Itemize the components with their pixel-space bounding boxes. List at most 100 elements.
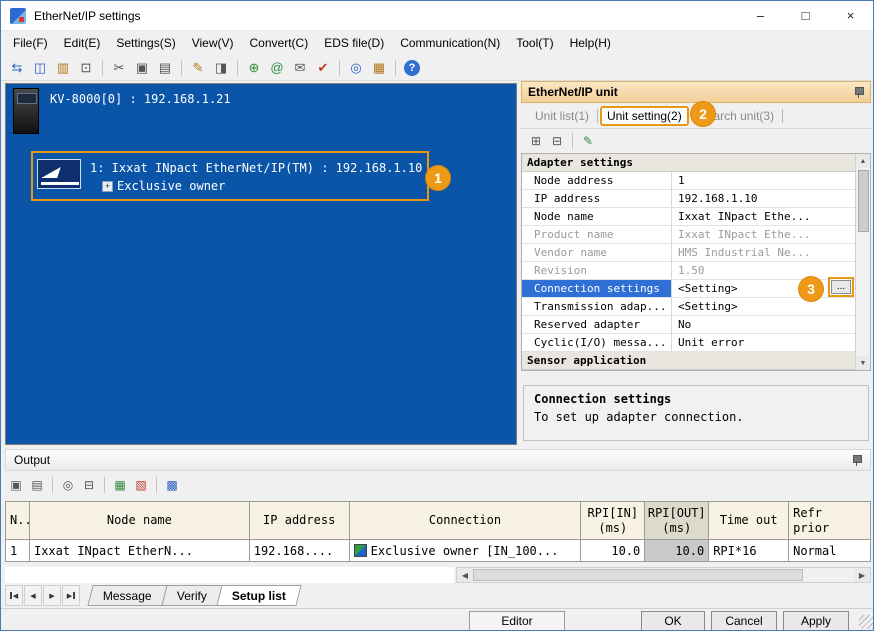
connection-settings-ellipsis-button[interactable]: ... bbox=[831, 280, 851, 294]
ok-button[interactable]: OK bbox=[641, 611, 705, 631]
transfer-icon[interactable]: ⇆ bbox=[7, 58, 27, 78]
edit-setting-icon[interactable]: ✎ bbox=[579, 132, 597, 150]
mail-icon[interactable]: ✉ bbox=[290, 58, 310, 78]
tab-unit-setting[interactable]: Unit setting(2) bbox=[607, 109, 682, 123]
output-copy-icon[interactable]: ▣ bbox=[7, 476, 25, 494]
grid-section-adapter[interactable]: Adapter settings bbox=[522, 154, 855, 172]
grid-section-sensor[interactable]: Sensor application bbox=[522, 352, 855, 370]
scrollbar-thumb[interactable] bbox=[858, 170, 869, 232]
toolbar-separator bbox=[339, 60, 340, 76]
output-paste-icon[interactable]: ▤ bbox=[28, 476, 46, 494]
tree-root-node[interactable]: KV-8000[0] : 192.168.1.21 bbox=[50, 92, 231, 106]
header-node-name[interactable]: Node name bbox=[30, 502, 250, 540]
stamp-icon[interactable]: ✎ bbox=[188, 58, 208, 78]
tab-unit-list[interactable]: Unit list(1) bbox=[527, 107, 597, 125]
header-ip-address[interactable]: IP address bbox=[250, 502, 350, 540]
output-table-clear-icon[interactable]: ▧ bbox=[132, 476, 150, 494]
header-refresh-priority[interactable]: Refrprior bbox=[789, 502, 871, 540]
search-icon[interactable]: ◎ bbox=[346, 58, 366, 78]
paste-icon[interactable]: ▤ bbox=[155, 58, 175, 78]
grid-row-vendor-name[interactable]: Vendor name HMS Industrial Ne... bbox=[522, 244, 855, 262]
close-button[interactable]: × bbox=[828, 1, 873, 30]
header-rpi-out[interactable]: RPI[OUT](ms) bbox=[645, 502, 709, 540]
cell-rpi-out[interactable]: 10.0 bbox=[645, 540, 709, 562]
unit-list-icon[interactable]: ▥ bbox=[53, 58, 73, 78]
scroll-up-icon[interactable]: ▲ bbox=[856, 154, 870, 168]
minimize-button[interactable]: – bbox=[738, 1, 783, 30]
scroll-left-icon[interactable]: ◀ bbox=[457, 568, 473, 582]
menu-tool[interactable]: Tool(T) bbox=[508, 33, 561, 53]
table-gap bbox=[5, 567, 454, 583]
horizontal-scrollbar[interactable]: ◀ ▶ bbox=[456, 567, 871, 583]
cell-refresh-priority[interactable]: Normal bbox=[789, 540, 871, 562]
save-icon[interactable]: ⊡ bbox=[76, 58, 96, 78]
sort-view-icon[interactable]: ⊟ bbox=[548, 132, 566, 150]
output-table-settings-icon[interactable]: ▩ bbox=[163, 476, 181, 494]
tab-message[interactable]: Message bbox=[87, 585, 167, 606]
nav-first-button[interactable]: ◀ bbox=[5, 585, 23, 606]
menu-view[interactable]: View(V) bbox=[184, 33, 242, 53]
property-value: Ixxat INpact Ethe... bbox=[672, 226, 855, 243]
copy-icon[interactable]: ▣ bbox=[132, 58, 152, 78]
nav-next-button[interactable]: ▶ bbox=[43, 585, 61, 606]
maximize-button[interactable]: □ bbox=[783, 1, 828, 30]
plc-device-icon bbox=[13, 88, 39, 134]
setup-list-table: N... Node name IP address Connection RPI… bbox=[5, 501, 871, 562]
apply-button[interactable]: Apply bbox=[783, 611, 849, 631]
cell-node-name[interactable]: Ixxat INpact EtherN... bbox=[30, 540, 250, 562]
menu-edit[interactable]: Edit(E) bbox=[56, 33, 109, 53]
error-check-icon[interactable]: ✔ bbox=[313, 58, 333, 78]
property-grid-scrollbar[interactable]: ▲ ▼ bbox=[855, 154, 870, 370]
grid-row-ip-address[interactable]: IP address 192.168.1.10 bbox=[522, 190, 855, 208]
scroll-down-icon[interactable]: ▼ bbox=[856, 356, 870, 370]
chart-icon[interactable]: ▦ bbox=[369, 58, 389, 78]
scroll-right-icon[interactable]: ▶ bbox=[854, 568, 870, 582]
link-icon[interactable]: ⊕ bbox=[244, 58, 264, 78]
adapter-property-grid: Adapter settings Node address 1 IP addre… bbox=[521, 153, 871, 371]
pin-icon[interactable] bbox=[851, 454, 862, 467]
header-no[interactable]: N... bbox=[6, 502, 30, 540]
grid-row-node-name[interactable]: Node name Ixxat INpact Ethe... bbox=[522, 208, 855, 226]
output-export-icon[interactable]: ⊟ bbox=[80, 476, 98, 494]
cell-ip-address[interactable]: 192.168.... bbox=[250, 540, 350, 562]
nav-prev-button[interactable]: ◀ bbox=[24, 585, 42, 606]
menu-communication[interactable]: Communication(N) bbox=[392, 33, 508, 53]
property-value: HMS Industrial Ne... bbox=[672, 244, 855, 261]
cancel-button[interactable]: Cancel bbox=[711, 611, 777, 631]
help-icon[interactable]: ? bbox=[402, 58, 422, 78]
grid-row-node-address[interactable]: Node address 1 bbox=[522, 172, 855, 190]
grid-row-transmission-adapter[interactable]: Transmission adap... <Setting> bbox=[522, 298, 855, 316]
cell-connection[interactable]: Exclusive owner [IN_100... bbox=[350, 540, 582, 562]
property-value: 1 bbox=[672, 172, 855, 189]
grid-row-reserved-adapter[interactable]: Reserved adapter No bbox=[522, 316, 855, 334]
cell-no[interactable]: 1 bbox=[6, 540, 30, 562]
header-rpi-in[interactable]: RPI[IN](ms) bbox=[581, 502, 645, 540]
pin-icon[interactable] bbox=[853, 86, 864, 99]
menu-convert[interactable]: Convert(C) bbox=[242, 33, 317, 53]
grid-row-connection-settings[interactable]: Connection settings <Setting> 3 ... bbox=[522, 280, 855, 298]
output-find-icon[interactable]: ◎ bbox=[59, 476, 77, 494]
menu-file[interactable]: File(F) bbox=[5, 33, 56, 53]
table-row[interactable]: 1 Ixxat INpact EtherN... 192.168.... Exc… bbox=[6, 540, 871, 562]
menu-settings[interactable]: Settings(S) bbox=[108, 33, 183, 53]
editor-mode-indicator[interactable]: Editor bbox=[469, 611, 565, 631]
tab-verify[interactable]: Verify bbox=[161, 585, 222, 606]
tab-setup-list[interactable]: Setup list bbox=[216, 585, 301, 606]
cut-icon[interactable]: ✂ bbox=[109, 58, 129, 78]
nav-last-button[interactable]: ▶ bbox=[62, 585, 80, 606]
header-timeout[interactable]: Time out bbox=[709, 502, 789, 540]
header-connection[interactable]: Connection bbox=[350, 502, 582, 540]
monitor-icon[interactable]: ◫ bbox=[30, 58, 50, 78]
cell-timeout[interactable]: RPI*16 bbox=[709, 540, 789, 562]
palette-icon[interactable]: ◨ bbox=[211, 58, 231, 78]
cell-rpi-in[interactable]: 10.0 bbox=[581, 540, 645, 562]
scrollbar-thumb[interactable] bbox=[473, 569, 803, 581]
output-table-check-icon[interactable]: ▦ bbox=[111, 476, 129, 494]
menu-eds-file[interactable]: EDS file(D) bbox=[316, 33, 392, 53]
category-view-icon[interactable]: ⊞ bbox=[527, 132, 545, 150]
resize-grip[interactable] bbox=[859, 615, 873, 629]
grid-row-cyclic-message[interactable]: Cyclic(I/O) messa... Unit error bbox=[522, 334, 855, 352]
grid-row-product-name[interactable]: Product name Ixxat INpact Ethe... bbox=[522, 226, 855, 244]
web-icon[interactable]: @ bbox=[267, 58, 287, 78]
menu-help[interactable]: Help(H) bbox=[562, 33, 619, 53]
